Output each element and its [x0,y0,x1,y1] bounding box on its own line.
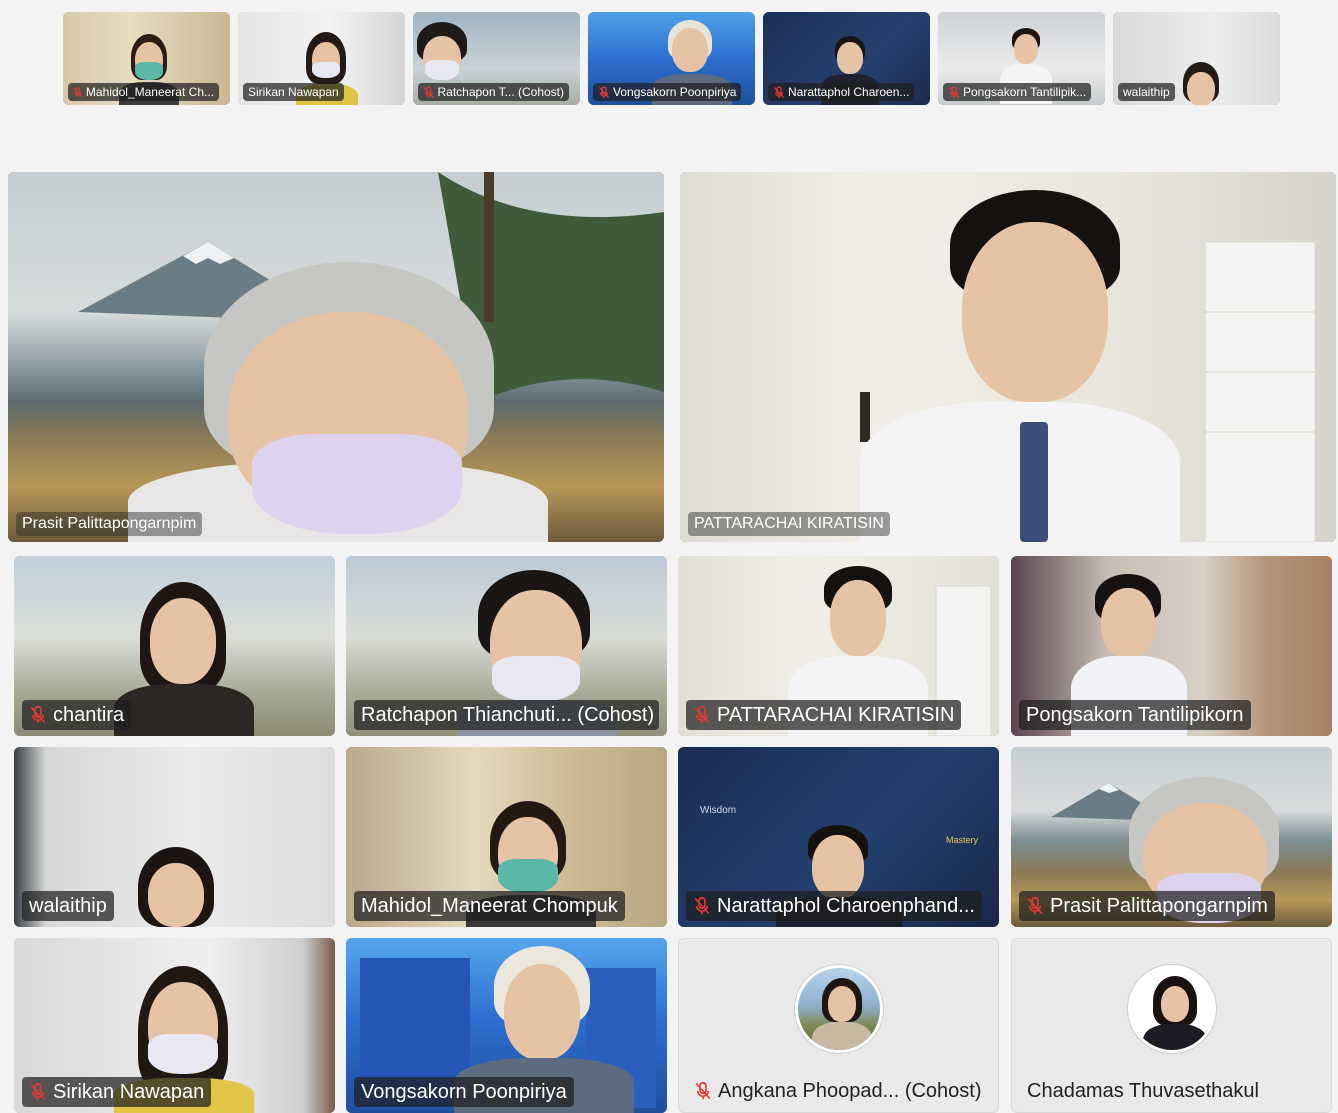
participant-name: Mahidol_Maneerat Chompuk [361,895,618,917]
strip-tile-3[interactable]: Ratchapon T... (Cohost) [413,12,580,105]
svg-text:Mastery: Mastery [946,835,979,845]
mic-off-icon [73,86,83,97]
participant-name: Pongsakorn Tantilipikorn [1026,704,1244,726]
grid-tile-prasit[interactable]: Prasit Palittapongarnpim [1011,747,1332,927]
featured-tile-pattarachai[interactable]: PATTARACHAI KIRATISIN [680,172,1336,542]
strip-tile-1[interactable]: Mahidol_Maneerat Ch... [63,12,230,105]
svg-text:Wisdom: Wisdom [700,805,736,816]
mic-off-icon [694,705,710,724]
grid-tile-ratchapon[interactable]: Ratchapon Thianchuti... (Cohost) [346,556,667,736]
participant-name: Sirikan Nawapan [248,85,339,99]
strip-tile-7[interactable]: walaithip [1113,12,1280,105]
mic-off-icon [599,85,609,98]
participant-name: Ratchapon Thianchuti... (Cohost) [361,704,655,726]
participant-name: Prasit Palittapongarnpim [1050,895,1268,917]
grid-tile-narattaphol[interactable]: Wisdom Mastery Narattaphol Charoenphand..… [678,747,999,927]
participant-name: Angkana Phoopad... (Cohost) [718,1080,982,1102]
mic-off-icon [694,896,710,915]
mic-off-icon [949,85,959,98]
featured-tile-prasit[interactable]: Prasit Palittapongarnpim [8,172,664,542]
avatar [795,965,883,1053]
participant-name: chantira [53,704,125,726]
mic-off-icon [695,1081,711,1100]
grid-tile-pongsakorn[interactable]: Pongsakorn Tantilipikorn [1011,556,1332,736]
grid-tile-pattarachai[interactable]: PATTARACHAI KIRATISIN [678,556,999,736]
grid-tile-mahidol[interactable]: Mahidol_Maneerat Chompuk [346,747,667,927]
grid-tile-chantira[interactable]: chantira [14,556,335,736]
strip-tile-5[interactable]: Narattaphol Charoen... [763,12,930,105]
mic-off-icon [30,705,46,724]
strip-tile-6[interactable]: Pongsakorn Tantilipik... [938,12,1105,105]
participant-name: Chadamas Thuvasethakul [1027,1080,1259,1102]
participant-name: Vongsakorn Poonpiriya [613,85,737,99]
participant-name: Narattaphol Charoen... [788,85,910,99]
grid-tile-walaithip[interactable]: walaithip [14,747,335,927]
participant-name: Narattaphol Charoenphand... [717,895,975,917]
participant-name: Sirikan Nawapan [53,1081,205,1103]
mic-off-icon [1027,896,1043,915]
participant-name: Vongsakorn Poonpiriya [361,1081,567,1103]
grid-tile-chadamas[interactable]: Chadamas Thuvasethakul [1011,938,1332,1113]
strip-tile-2[interactable]: Sirikan Nawapan [238,12,405,105]
mic-off-icon [774,85,784,98]
participant-name: PATTARACHAI KIRATISIN [694,515,884,532]
avatar [1128,965,1216,1053]
mic-off-icon [423,86,434,98]
grid-tile-sirikan[interactable]: Sirikan Nawapan [14,938,335,1113]
grid-tile-vongsakorn[interactable]: Vongsakorn Poonpiriya [346,938,667,1113]
grid-tile-angkana[interactable]: Angkana Phoopad... (Cohost) [678,938,999,1113]
participant-name: Ratchapon T... (Cohost) [437,85,564,99]
participant-name: walaithip [29,895,107,917]
participant-name: walaithip [1123,85,1170,99]
participant-name: Mahidol_Maneerat Ch... [85,85,214,99]
participant-name: Prasit Palittapongarnpim [22,515,197,532]
participant-name: Pongsakorn Tantilipik... [963,85,1087,99]
mic-off-icon [30,1082,46,1101]
strip-tile-4[interactable]: Vongsakorn Poonpiriya [588,12,755,105]
participant-name: PATTARACHAI KIRATISIN [717,704,955,726]
